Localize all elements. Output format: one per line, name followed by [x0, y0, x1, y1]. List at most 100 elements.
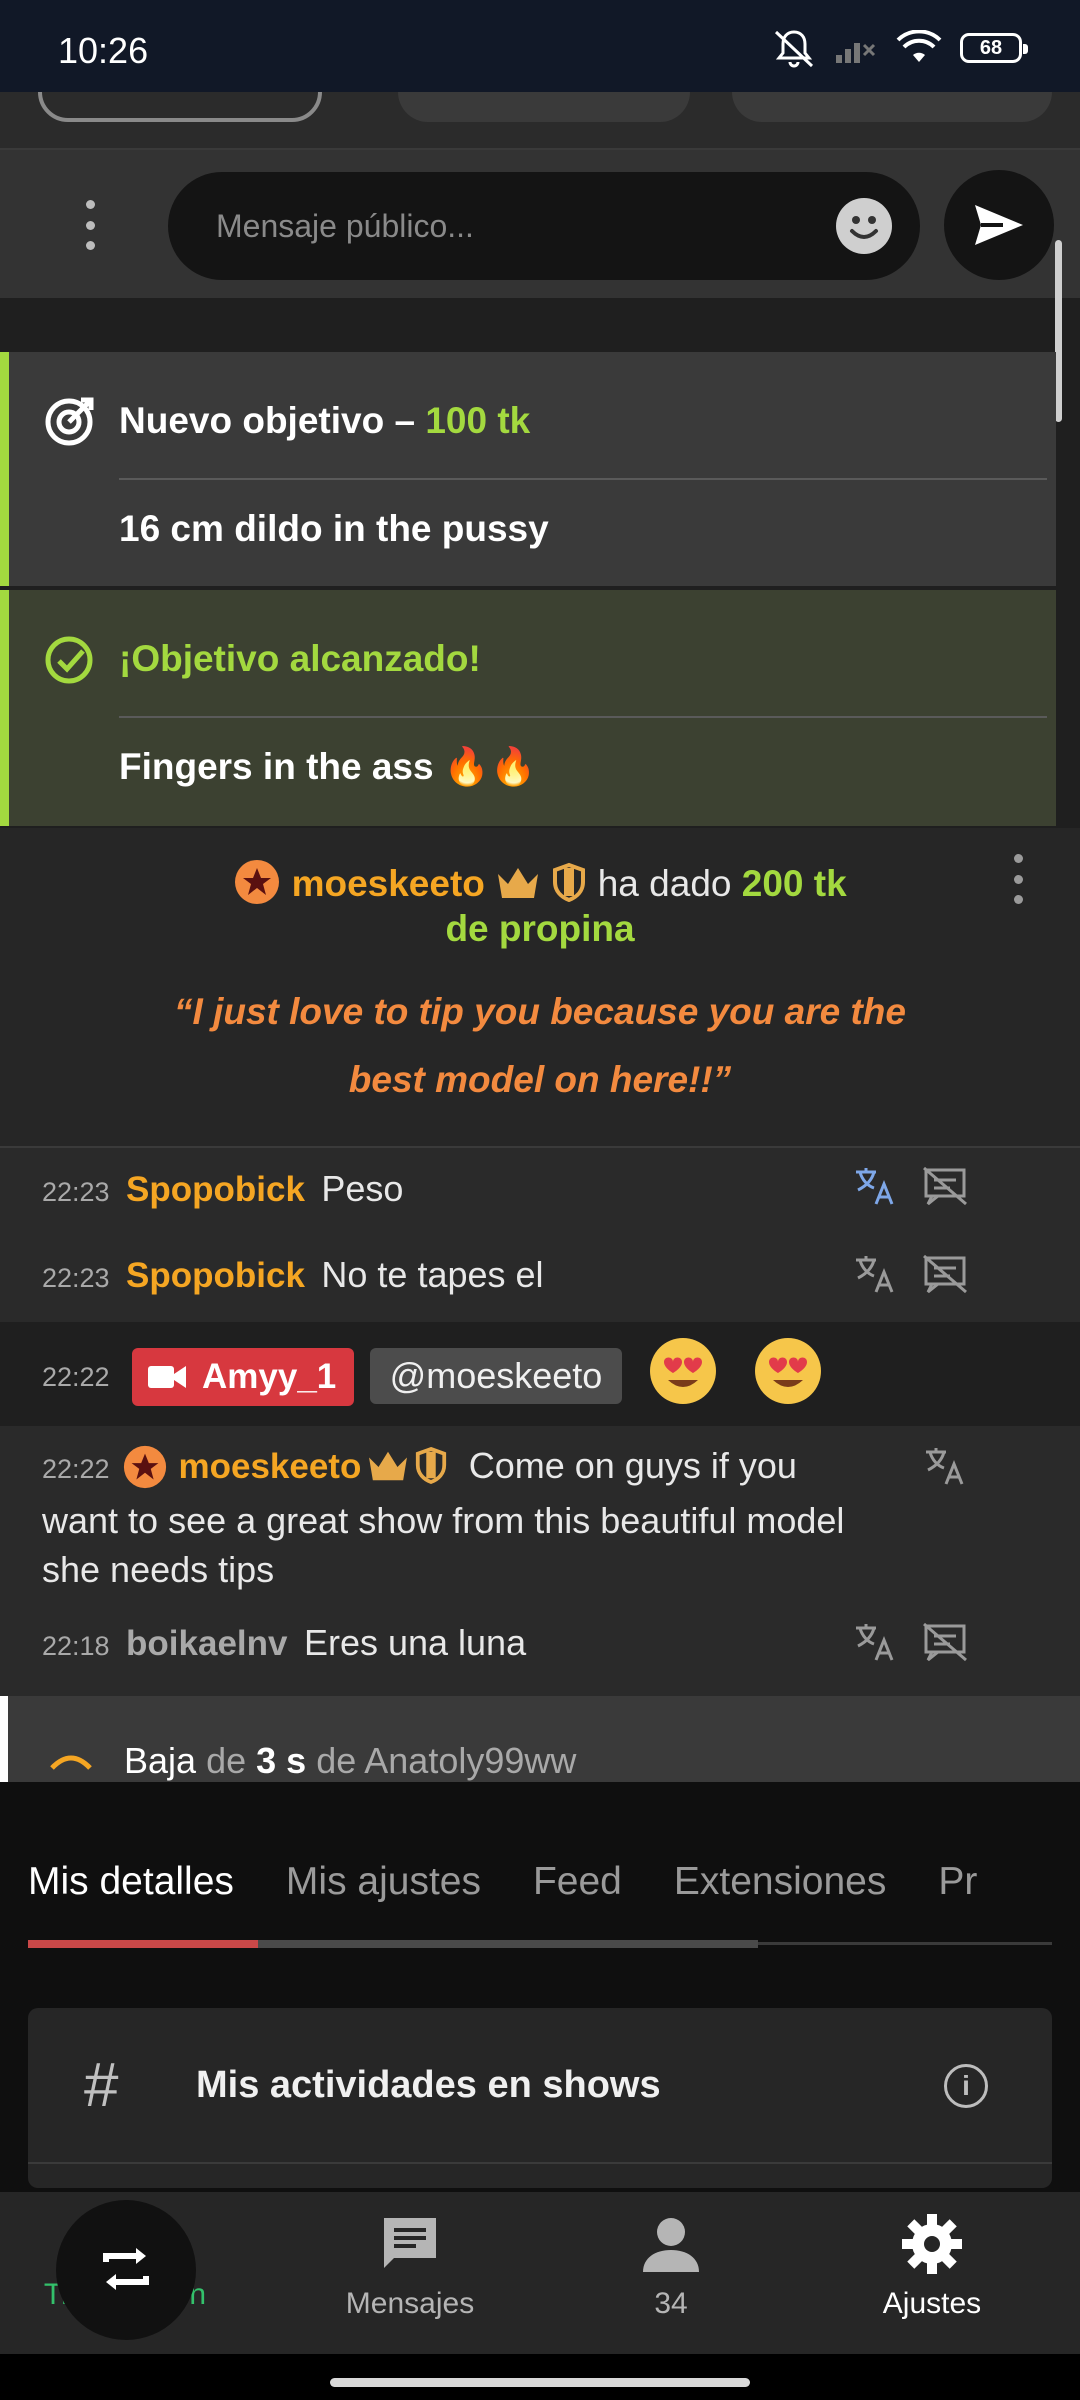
shield-icon	[553, 862, 586, 903]
battery-indicator: 68	[960, 33, 1028, 63]
translate-icon[interactable]	[922, 1444, 966, 1488]
send-icon	[975, 205, 1023, 245]
goal-reached-body: Fingers in the ass 🔥🔥	[119, 746, 537, 787]
target-icon	[45, 397, 94, 446]
chat-text-continued: she needs tips	[42, 1549, 275, 1590]
repeat-icon	[103, 2248, 149, 2290]
gear-icon	[902, 2214, 962, 2274]
tip-user[interactable]: moeskeeto	[292, 863, 485, 904]
chat-user[interactable]: boikaelnv	[126, 1624, 287, 1663]
star-badge-icon	[235, 860, 280, 904]
signal-icon	[836, 43, 876, 63]
arc-icon	[50, 1755, 92, 1770]
shield-icon	[416, 1446, 447, 1485]
nav-label: 34	[654, 2287, 688, 2320]
tip-amount: 200 tk	[741, 863, 847, 904]
info-icon[interactable]: i	[944, 2064, 988, 2108]
chip-2[interactable]	[398, 92, 690, 122]
scrollbar-thumb[interactable]	[1055, 240, 1062, 422]
tab-feed[interactable]: Feed	[533, 1860, 622, 1904]
card-title: Mis actividades en shows	[196, 2064, 661, 2106]
chat-time: 22:23	[42, 1177, 110, 1207]
chat-row: 22:18 boikaelnv Eres una luna	[42, 1622, 526, 1664]
translate-icon[interactable]	[852, 1620, 896, 1664]
status-time: 10:26	[58, 30, 149, 71]
tip-suffix: de propina	[445, 908, 635, 949]
nav-label: Mensajes	[345, 2287, 475, 2320]
chip-3[interactable]	[732, 92, 1052, 122]
tip-more-icon[interactable]	[1012, 854, 1024, 904]
chat-time: 22:23	[42, 1263, 110, 1293]
gesture-area	[0, 2354, 1080, 2400]
hide-message-icon[interactable]	[922, 1622, 968, 1662]
tab-indicator	[28, 1940, 258, 1948]
event-de: de	[206, 1740, 247, 1781]
hide-message-icon[interactable]	[922, 1166, 968, 1206]
tab-bar: Mis detalles Mis ajustes Feed Extensiones Pr	[28, 1860, 1052, 1930]
chat-row: 22:23 Spopobick Peso	[42, 1168, 403, 1210]
chat-user[interactable]: Spopobick	[126, 1256, 305, 1295]
heart-eyes-emoji-icon	[650, 1338, 716, 1404]
star-badge-icon	[123, 1445, 167, 1489]
model-badge[interactable]: Amyy_1	[132, 1348, 354, 1406]
hide-message-icon[interactable]	[922, 1254, 968, 1294]
message-input-container[interactable]	[168, 172, 920, 280]
goal-reached-title: ¡Objetivo alcanzado!	[119, 638, 481, 679]
switch-camera-button[interactable]	[56, 2200, 196, 2340]
chat-text: Come on guys if you	[468, 1445, 797, 1486]
nav-mensajes[interactable]: Mensajes	[295, 2212, 525, 2321]
tip-message: moeskeeto ha dado 200 tk de propina “I j…	[0, 828, 1080, 1148]
tab-mis-ajustes[interactable]: Mis ajustes	[286, 1860, 481, 1904]
send-button[interactable]	[944, 170, 1054, 280]
chat-text: Eres una luna	[303, 1622, 527, 1663]
chat-time: 22:22	[42, 1454, 110, 1484]
home-indicator[interactable]	[330, 2378, 750, 2387]
tab-mis-detalles[interactable]: Mis detalles	[28, 1860, 234, 1904]
nav-users[interactable]: 34	[556, 2212, 786, 2321]
person-icon	[643, 2218, 699, 2272]
tip-quote: “I just love to tip you because you are …	[174, 991, 906, 1100]
nav-ajustes[interactable]: Ajustes	[817, 2212, 1047, 2321]
model-name: Amyy_1	[202, 1357, 337, 1396]
chat-user[interactable]: moeskeeto	[178, 1447, 361, 1486]
divider	[119, 478, 1047, 480]
chat-user[interactable]: Spopobick	[126, 1170, 305, 1209]
more-options-icon[interactable]	[70, 200, 110, 250]
chat-text-continued: want to see a great show from this beaut…	[42, 1500, 845, 1541]
chat-text: No te tapes el	[321, 1254, 544, 1295]
tip-action: ha dado	[597, 863, 732, 904]
event-duration: 3 s	[256, 1740, 307, 1781]
status-icons: 68	[772, 26, 1028, 70]
bell-off-icon	[774, 30, 814, 68]
chip-1[interactable]	[38, 92, 322, 122]
mention-tag[interactable]: @moeskeeto	[370, 1348, 622, 1404]
tab-more[interactable]: Pr	[938, 1860, 977, 1904]
nav-label: Ajustes	[882, 2287, 982, 2320]
event-de2: de	[316, 1740, 357, 1781]
message-input[interactable]	[214, 206, 818, 246]
crown-icon	[368, 1451, 407, 1481]
crown-icon	[498, 868, 539, 898]
goal-new-title: Nuevo objetivo – 100 tk	[119, 400, 530, 442]
divider	[119, 716, 1047, 718]
translate-icon[interactable]	[852, 1252, 896, 1296]
tab-extensiones[interactable]: Extensiones	[674, 1860, 886, 1904]
chat-time: 22:22	[42, 1362, 110, 1392]
divider	[28, 2162, 1052, 2164]
goal-new-amount: 100 tk	[425, 400, 531, 441]
chat-time: 22:18	[42, 1631, 110, 1661]
heart-eyes-emoji-icon	[755, 1338, 821, 1404]
event-user[interactable]: Anatoly99ww	[364, 1740, 576, 1781]
video-camera-icon	[148, 1366, 186, 1388]
target-check-icon	[45, 636, 93, 684]
event-text: Baja de 3 s de Anatoly99ww	[124, 1740, 576, 1782]
tip-line: moeskeeto ha dado 200 tk	[0, 858, 1080, 906]
message-icon	[384, 2218, 436, 2268]
goal-new-card: Nuevo objetivo – 100 tk 16 cm dildo in t…	[0, 352, 1056, 586]
chip-row	[0, 92, 1080, 150]
emoji-icon[interactable]	[836, 198, 892, 254]
hash-icon: #	[84, 2051, 119, 2120]
goal-reached-card: ¡Objetivo alcanzado! Fingers in the ass …	[0, 590, 1056, 826]
wifi-icon	[896, 30, 942, 62]
translate-icon[interactable]	[852, 1164, 896, 1208]
